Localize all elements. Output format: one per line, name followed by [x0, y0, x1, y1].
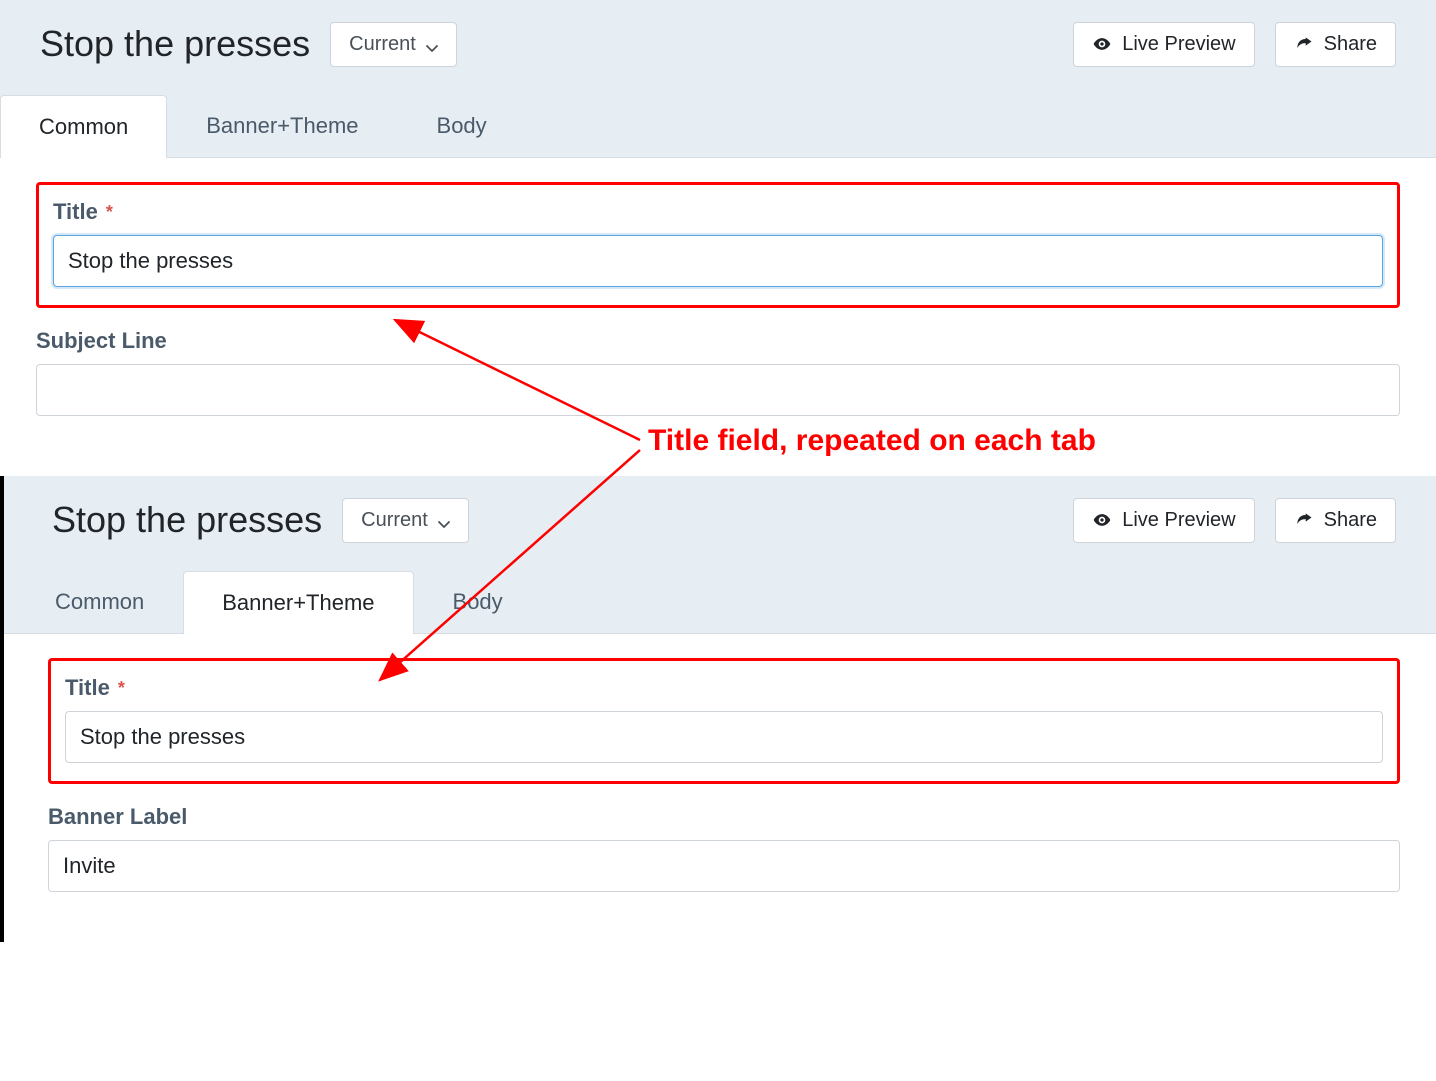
share-button[interactable]: Share: [1275, 498, 1396, 543]
annotation-highlight-box: Title *: [48, 658, 1400, 784]
title-input[interactable]: [65, 711, 1383, 763]
version-label: Current: [361, 509, 428, 532]
banner-label-field-label: Banner Label: [48, 804, 1400, 830]
tab-common[interactable]: Common: [0, 95, 167, 158]
header-bar: Stop the presses Current Live Preview Sh…: [4, 476, 1436, 564]
version-label: Current: [349, 33, 416, 56]
required-star-icon: *: [106, 202, 113, 223]
editor-panel-common: Stop the presses Current Live Preview Sh…: [0, 0, 1436, 466]
live-preview-label: Live Preview: [1122, 33, 1235, 56]
eye-icon: [1092, 34, 1112, 54]
live-preview-button[interactable]: Live Preview: [1073, 498, 1254, 543]
share-label: Share: [1324, 509, 1377, 532]
tabs-row: Common Banner+Theme Body: [4, 564, 1436, 634]
version-dropdown[interactable]: Current: [330, 22, 457, 67]
version-dropdown[interactable]: Current: [342, 498, 469, 543]
required-star-icon: *: [118, 678, 125, 699]
form-area: Title * Banner Label: [4, 634, 1436, 942]
chevron-down-icon: [438, 514, 450, 526]
live-preview-label: Live Preview: [1122, 509, 1235, 532]
share-icon: [1294, 510, 1314, 530]
tabs-row: Common Banner+Theme Body: [0, 88, 1436, 158]
form-area: Title * Subject Line: [0, 158, 1436, 466]
share-button[interactable]: Share: [1275, 22, 1396, 67]
title-field-label: Title *: [53, 199, 1383, 225]
title-input[interactable]: [53, 235, 1383, 287]
chevron-down-icon: [426, 38, 438, 50]
tab-banner-theme[interactable]: Banner+Theme: [183, 571, 413, 634]
annotation-text: Title field, repeated on each tab: [648, 424, 1096, 458]
subject-field-group: Subject Line: [36, 328, 1400, 416]
title-field-label: Title *: [65, 675, 1383, 701]
banner-label-field-group: Banner Label: [48, 804, 1400, 892]
subject-field-label: Subject Line: [36, 328, 1400, 354]
editor-panel-banner: Stop the presses Current Live Preview Sh…: [0, 476, 1436, 942]
tab-body[interactable]: Body: [398, 94, 526, 157]
page-title: Stop the presses: [52, 499, 322, 541]
banner-label-input[interactable]: [48, 840, 1400, 892]
share-icon: [1294, 34, 1314, 54]
tab-body[interactable]: Body: [414, 570, 542, 633]
tab-common[interactable]: Common: [16, 570, 183, 633]
live-preview-button[interactable]: Live Preview: [1073, 22, 1254, 67]
subject-input[interactable]: [36, 364, 1400, 416]
header-bar: Stop the presses Current Live Preview Sh…: [0, 0, 1436, 88]
share-label: Share: [1324, 33, 1377, 56]
annotation-highlight-box: Title *: [36, 182, 1400, 308]
page-title: Stop the presses: [40, 23, 310, 65]
tab-banner-theme[interactable]: Banner+Theme: [167, 94, 397, 157]
eye-icon: [1092, 510, 1112, 530]
